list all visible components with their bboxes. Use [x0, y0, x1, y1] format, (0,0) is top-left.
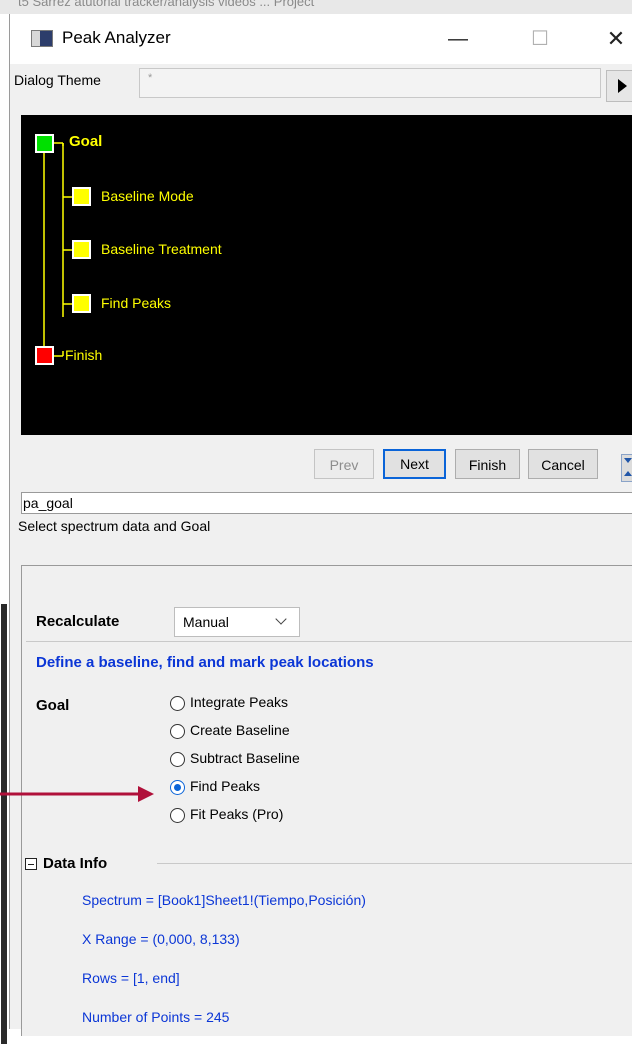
tree-node-finish-box: [35, 346, 54, 365]
info-x-range[interactable]: X Range = (0,000, 8,133): [82, 931, 240, 947]
tree-node-goal-box: [35, 134, 54, 153]
radio-circle[interactable]: [170, 696, 185, 711]
radio-label: Subtract Baseline: [190, 750, 300, 766]
radio-label: Integrate Peaks: [190, 694, 289, 710]
radio-circle[interactable]: [170, 808, 185, 823]
goal-description: Define a baseline, find and mark peak lo…: [36, 654, 374, 671]
recalculate-select[interactable]: Manual: [174, 607, 300, 637]
background-window-title: t5 Sarrez atutorial tracker/analysis vid…: [0, 0, 632, 14]
collapse-minus-icon[interactable]: [25, 858, 37, 870]
radio-label: Create Baseline: [190, 722, 290, 738]
dialog-theme-label: Dialog Theme: [14, 72, 101, 88]
background-window-edge: [0, 14, 9, 1044]
wizard-nav-row: Prev Next Finish Cancel: [10, 447, 632, 487]
tree-node-find-peaks-box: [72, 294, 91, 313]
tree-node-finish[interactable]: Finish: [65, 347, 102, 363]
tree-node-baseline-mode[interactable]: Baseline Mode: [101, 188, 194, 204]
dialog-theme-row: Dialog Theme *: [10, 66, 632, 102]
page-description: Select spectrum data and Goal: [18, 518, 211, 534]
background-title-text: t5 Sarrez atutorial tracker/analysis vid…: [18, 0, 315, 9]
annotation-arrow-icon: [0, 786, 154, 802]
window-title: Peak Analyzer: [62, 28, 171, 47]
tree-node-baseline-treatment[interactable]: Baseline Treatment: [101, 241, 222, 257]
tree-node-goal[interactable]: Goal: [69, 133, 102, 150]
radio-label: Find Peaks: [190, 778, 261, 794]
radio-circle-checked[interactable]: [170, 780, 185, 795]
radio-circle[interactable]: [170, 752, 185, 767]
tree-node-baseline-mode-box: [72, 187, 91, 206]
recalculate-value: Manual: [183, 614, 229, 630]
group-divider: [157, 863, 632, 864]
peak-analyzer-window: Peak Analyzer — ☐ ✕ Dialog Theme * Goal …: [9, 14, 632, 1036]
cancel-button[interactable]: Cancel: [528, 449, 598, 479]
dialog-theme-value: *: [148, 72, 153, 84]
app-icon: [31, 30, 53, 47]
panel-spin-button[interactable]: [621, 454, 632, 482]
next-button[interactable]: Next: [383, 449, 446, 479]
tree-connectors: [35, 134, 91, 365]
dialog-theme-field[interactable]: [139, 68, 601, 98]
data-info-title: Data Info: [43, 855, 108, 872]
maximize-button[interactable]: ☐: [520, 24, 560, 54]
tree-node-baseline-treatment-box: [72, 240, 91, 259]
info-rows[interactable]: Rows = [1, end]: [82, 970, 180, 986]
close-button[interactable]: ✕: [596, 24, 632, 54]
tree-node-find-peaks[interactable]: Find Peaks: [101, 295, 171, 311]
chevron-down-icon: [275, 613, 287, 625]
radio-circle[interactable]: [170, 724, 185, 739]
theme-menu-arrow-button[interactable]: [606, 70, 632, 102]
background-edge-bar: [1, 604, 7, 1044]
prev-button[interactable]: Prev: [314, 449, 374, 479]
radio-label: Fit Peaks (Pro): [190, 806, 284, 822]
play-arrow-icon: [618, 79, 627, 93]
info-spectrum[interactable]: Spectrum = [Book1]Sheet1!(Tiempo,Posició…: [82, 892, 366, 908]
finish-button[interactable]: Finish: [455, 449, 520, 479]
divider: [26, 641, 632, 642]
goal-label: Goal: [36, 697, 70, 714]
minimize-button[interactable]: —: [438, 24, 478, 54]
page-name-field[interactable]: pa_goal: [21, 492, 632, 514]
title-bar[interactable]: Peak Analyzer — ☐ ✕: [10, 14, 632, 64]
info-number-of-points[interactable]: Number of Points = 245: [82, 1009, 229, 1025]
recalculate-label: Recalculate: [36, 613, 120, 630]
wizard-tree-panel: Goal Baseline Mode Baseline Treatment Fi…: [21, 115, 632, 435]
